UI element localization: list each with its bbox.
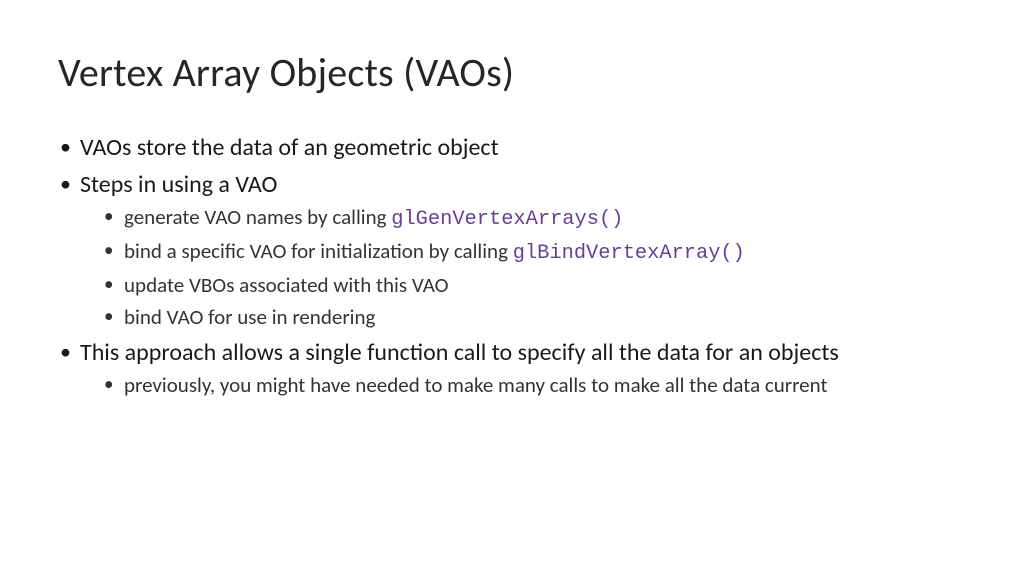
code-span: glGenVertexArrays() [391, 208, 623, 231]
bullet-text: VAOs store the data of an geometric obje… [80, 133, 499, 162]
sub-bullet-list: previously, you might have needed to mak… [80, 372, 966, 400]
sub-bullet-text: previously, you might have needed to mak… [124, 372, 827, 398]
sub-bullet-item: bind a specific VAO for initialization b… [102, 238, 966, 268]
bullet-item: VAOs store the data of an geometric obje… [58, 133, 966, 164]
bullet-item: Steps in using a VAO generate VAO names … [58, 170, 966, 332]
sub-bullet-item: generate VAO names by calling glGenVerte… [102, 204, 966, 234]
bullet-text: This approach allows a single function c… [80, 338, 839, 367]
bullet-list: VAOs store the data of an geometric obje… [58, 133, 966, 400]
sub-bullet-text: generate VAO names by calling [124, 204, 391, 230]
code-span: glBindVertexArray() [513, 242, 745, 265]
sub-bullet-text: bind a specific VAO for initialization b… [124, 238, 513, 264]
bullet-text: Steps in using a VAO [80, 170, 277, 199]
sub-bullet-list: generate VAO names by calling glGenVerte… [80, 204, 966, 331]
sub-bullet-text: bind VAO for use in rendering [124, 304, 375, 330]
sub-bullet-item: update VBOs associated with this VAO [102, 272, 966, 300]
slide-title: Vertex Array Objects (VAOs) [58, 48, 966, 97]
sub-bullet-text: update VBOs associated with this VAO [124, 272, 449, 298]
bullet-item: This approach allows a single function c… [58, 338, 966, 400]
sub-bullet-item: bind VAO for use in rendering [102, 304, 966, 332]
sub-bullet-item: previously, you might have needed to mak… [102, 372, 966, 400]
